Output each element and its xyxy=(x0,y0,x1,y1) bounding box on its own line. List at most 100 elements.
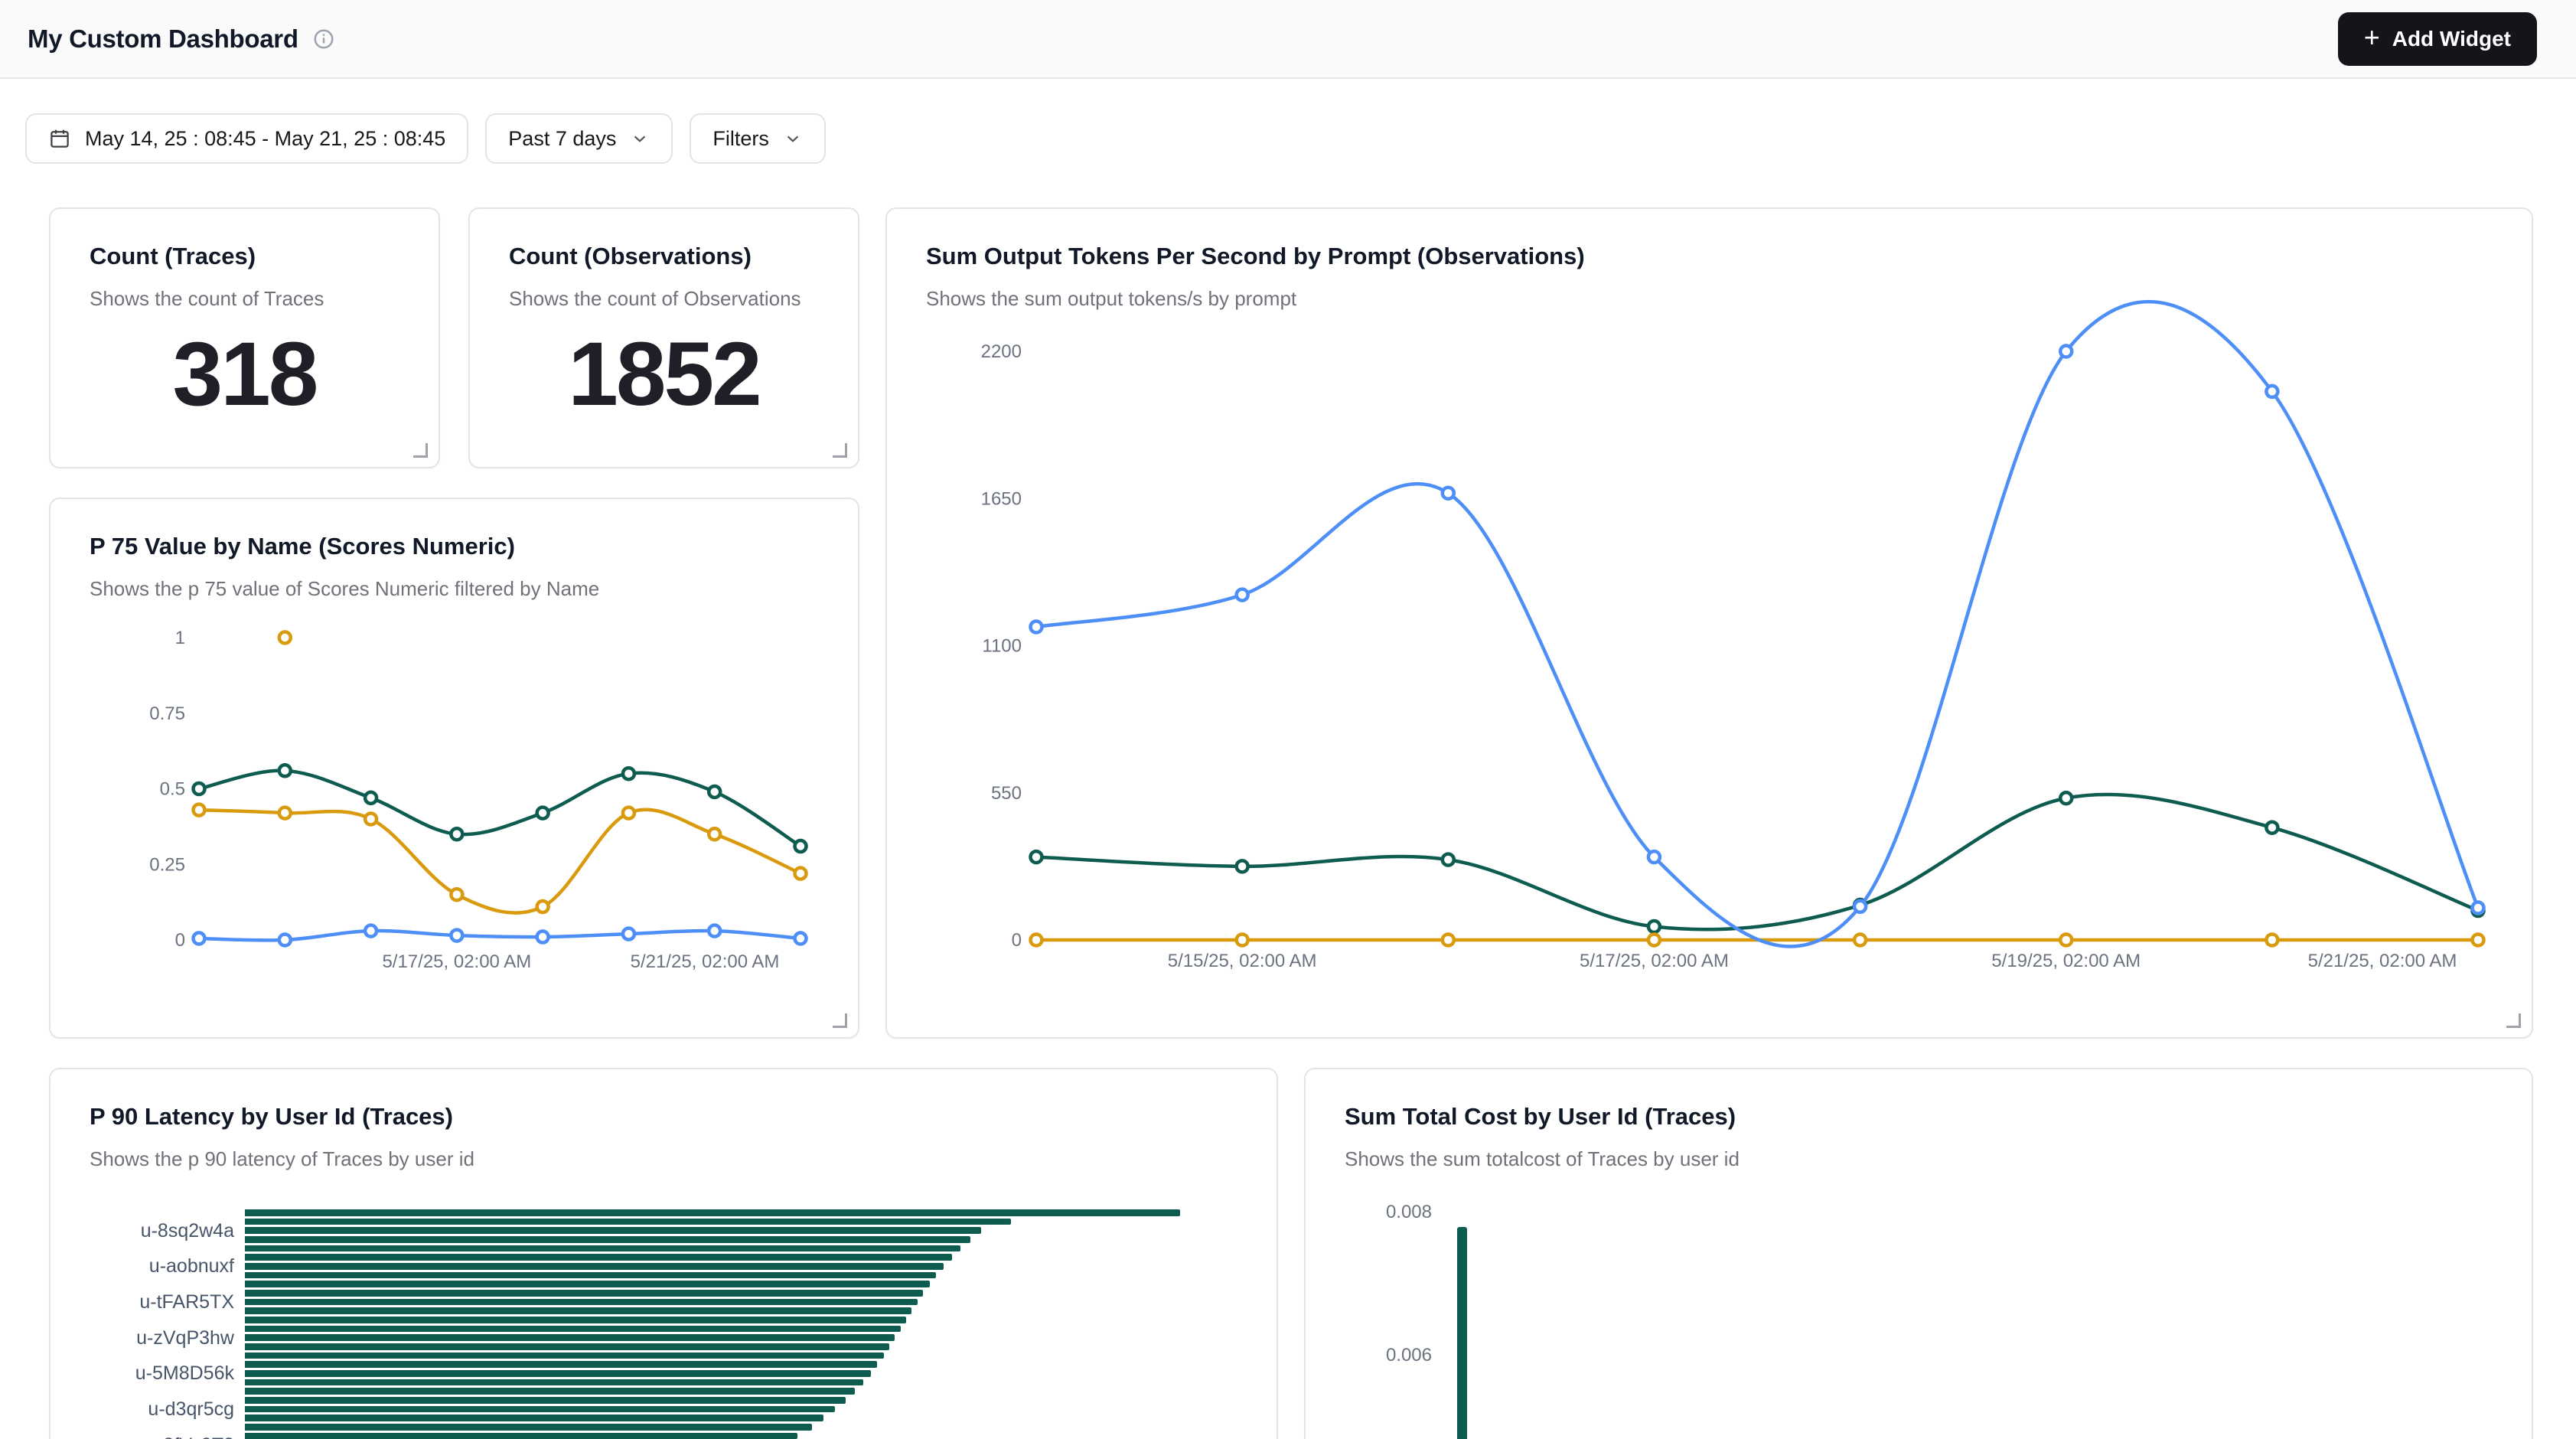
data-point-marker[interactable] xyxy=(2060,792,2072,804)
latency-bar[interactable] xyxy=(245,1299,918,1306)
latency-bar[interactable] xyxy=(245,1353,884,1359)
latency-bar[interactable] xyxy=(245,1433,797,1439)
data-point-marker[interactable] xyxy=(709,925,720,937)
page-title: My Custom Dashboard xyxy=(28,24,298,54)
widget-title: P 90 Latency by User Id (Traces) xyxy=(90,1103,453,1131)
data-point-marker[interactable] xyxy=(451,930,462,941)
data-point-marker[interactable] xyxy=(1648,935,1660,946)
data-point-marker[interactable] xyxy=(365,792,377,804)
data-point-marker[interactable] xyxy=(623,768,634,779)
data-point-marker[interactable] xyxy=(451,828,462,840)
data-point-marker[interactable] xyxy=(279,632,291,644)
range-preset-value: Past 7 days xyxy=(508,127,616,151)
widget-title: Count (Traces) xyxy=(90,243,256,270)
data-point-marker[interactable] xyxy=(1237,860,1248,872)
data-point-marker[interactable] xyxy=(1237,935,1248,946)
filters-dropdown[interactable]: Filters xyxy=(690,113,826,164)
data-point-marker[interactable] xyxy=(1237,589,1248,601)
latency-bar[interactable] xyxy=(245,1272,936,1279)
data-point-marker[interactable] xyxy=(709,828,720,840)
latency-bar[interactable] xyxy=(245,1263,944,1270)
data-point-marker[interactable] xyxy=(623,808,634,819)
data-point-marker[interactable] xyxy=(194,783,205,795)
data-point-marker[interactable] xyxy=(2060,935,2072,946)
data-point-marker[interactable] xyxy=(2266,822,2278,834)
latency-bar[interactable] xyxy=(245,1326,901,1333)
data-point-marker[interactable] xyxy=(1443,935,1454,946)
latency-bar[interactable] xyxy=(245,1415,823,1421)
resize-handle-icon[interactable] xyxy=(833,443,847,458)
data-point-marker[interactable] xyxy=(709,786,720,798)
dashboard-page: My Custom Dashboard + Add Widget xyxy=(0,0,2576,1439)
widget-p90-latency: u-8sq2w4au-aobnuxfu-tFAR5TXu-zVqP3hwu-5M… xyxy=(49,1068,1278,1439)
resize-handle-icon[interactable] xyxy=(413,443,428,458)
resize-handle-icon[interactable] xyxy=(833,1013,847,1028)
data-point-marker[interactable] xyxy=(1648,851,1660,863)
latency-bar[interactable] xyxy=(245,1245,960,1252)
data-point-marker[interactable] xyxy=(365,814,377,825)
latency-bar[interactable] xyxy=(245,1307,911,1314)
data-point-marker[interactable] xyxy=(279,935,291,946)
y-axis-tick-label: 0.006 xyxy=(1313,1344,1432,1367)
data-point-marker[interactable] xyxy=(1031,851,1042,863)
resize-handle-icon[interactable] xyxy=(2506,1013,2521,1028)
page-header: My Custom Dashboard + Add Widget xyxy=(0,0,2576,79)
data-point-marker[interactable] xyxy=(537,901,549,912)
latency-bar[interactable] xyxy=(245,1219,1011,1225)
add-widget-button[interactable]: + Add Widget xyxy=(2338,12,2537,66)
data-point-marker[interactable] xyxy=(795,840,807,852)
y-axis-tick-label: 1 xyxy=(175,628,185,648)
add-widget-label: Add Widget xyxy=(2392,27,2511,51)
data-point-marker[interactable] xyxy=(194,804,205,816)
date-range-picker[interactable]: May 14, 25 : 08:45 - May 21, 25 : 08:45 xyxy=(25,113,468,164)
data-point-marker[interactable] xyxy=(451,889,462,900)
latency-bar[interactable] xyxy=(245,1361,877,1368)
data-point-marker[interactable] xyxy=(279,765,291,776)
data-point-marker[interactable] xyxy=(2060,346,2072,357)
data-point-marker[interactable] xyxy=(623,928,634,940)
latency-bar[interactable] xyxy=(245,1317,906,1323)
data-point-marker[interactable] xyxy=(1854,901,1866,912)
widget-title: Sum Total Cost by User Id (Traces) xyxy=(1345,1103,1736,1131)
cost-bar[interactable] xyxy=(1457,1227,1467,1439)
latency-bar[interactable] xyxy=(245,1424,812,1431)
data-point-marker[interactable] xyxy=(2266,935,2278,946)
latency-bar[interactable] xyxy=(245,1406,835,1413)
latency-bar[interactable] xyxy=(245,1370,871,1377)
data-point-marker[interactable] xyxy=(537,808,549,819)
latency-bar[interactable] xyxy=(245,1290,923,1297)
widget-subtitle: Shows the sum output tokens/s by prompt xyxy=(926,287,1296,311)
widget-title: Sum Output Tokens Per Second by Prompt (… xyxy=(926,243,1585,270)
data-point-marker[interactable] xyxy=(194,933,205,945)
data-point-marker[interactable] xyxy=(365,925,377,937)
tokens-line-chart: 05501100165022005/15/25, 02:00 AM5/17/25… xyxy=(887,209,2532,1037)
y-axis-tick-label: 2200 xyxy=(981,341,1022,362)
y-axis-tick-label: 550 xyxy=(991,783,1022,804)
data-point-marker[interactable] xyxy=(2473,902,2484,914)
data-point-marker[interactable] xyxy=(1648,921,1660,932)
latency-bar[interactable] xyxy=(245,1281,930,1287)
data-point-marker[interactable] xyxy=(795,868,807,879)
data-point-marker[interactable] xyxy=(279,808,291,819)
latency-bar[interactable] xyxy=(245,1343,889,1350)
latency-bar[interactable] xyxy=(245,1334,895,1341)
data-point-marker[interactable] xyxy=(1854,935,1866,946)
widget-subtitle: Shows the count of Observations xyxy=(509,287,801,311)
latency-bar[interactable] xyxy=(245,1388,855,1395)
latency-bar[interactable] xyxy=(245,1227,981,1234)
data-point-marker[interactable] xyxy=(537,932,549,943)
latency-bar[interactable] xyxy=(245,1379,863,1386)
latency-bar[interactable] xyxy=(245,1209,1180,1216)
latency-bar[interactable] xyxy=(245,1236,970,1243)
latency-bar[interactable] xyxy=(245,1397,846,1404)
data-point-marker[interactable] xyxy=(1031,622,1042,633)
data-point-marker[interactable] xyxy=(1443,854,1454,866)
data-point-marker[interactable] xyxy=(795,933,807,945)
data-point-marker[interactable] xyxy=(2473,935,2484,946)
latency-bar[interactable] xyxy=(245,1254,952,1261)
data-point-marker[interactable] xyxy=(2266,386,2278,397)
range-preset-dropdown[interactable]: Past 7 days xyxy=(485,113,673,164)
data-point-marker[interactable] xyxy=(1443,488,1454,499)
data-point-marker[interactable] xyxy=(1031,935,1042,946)
info-icon[interactable] xyxy=(312,28,335,51)
